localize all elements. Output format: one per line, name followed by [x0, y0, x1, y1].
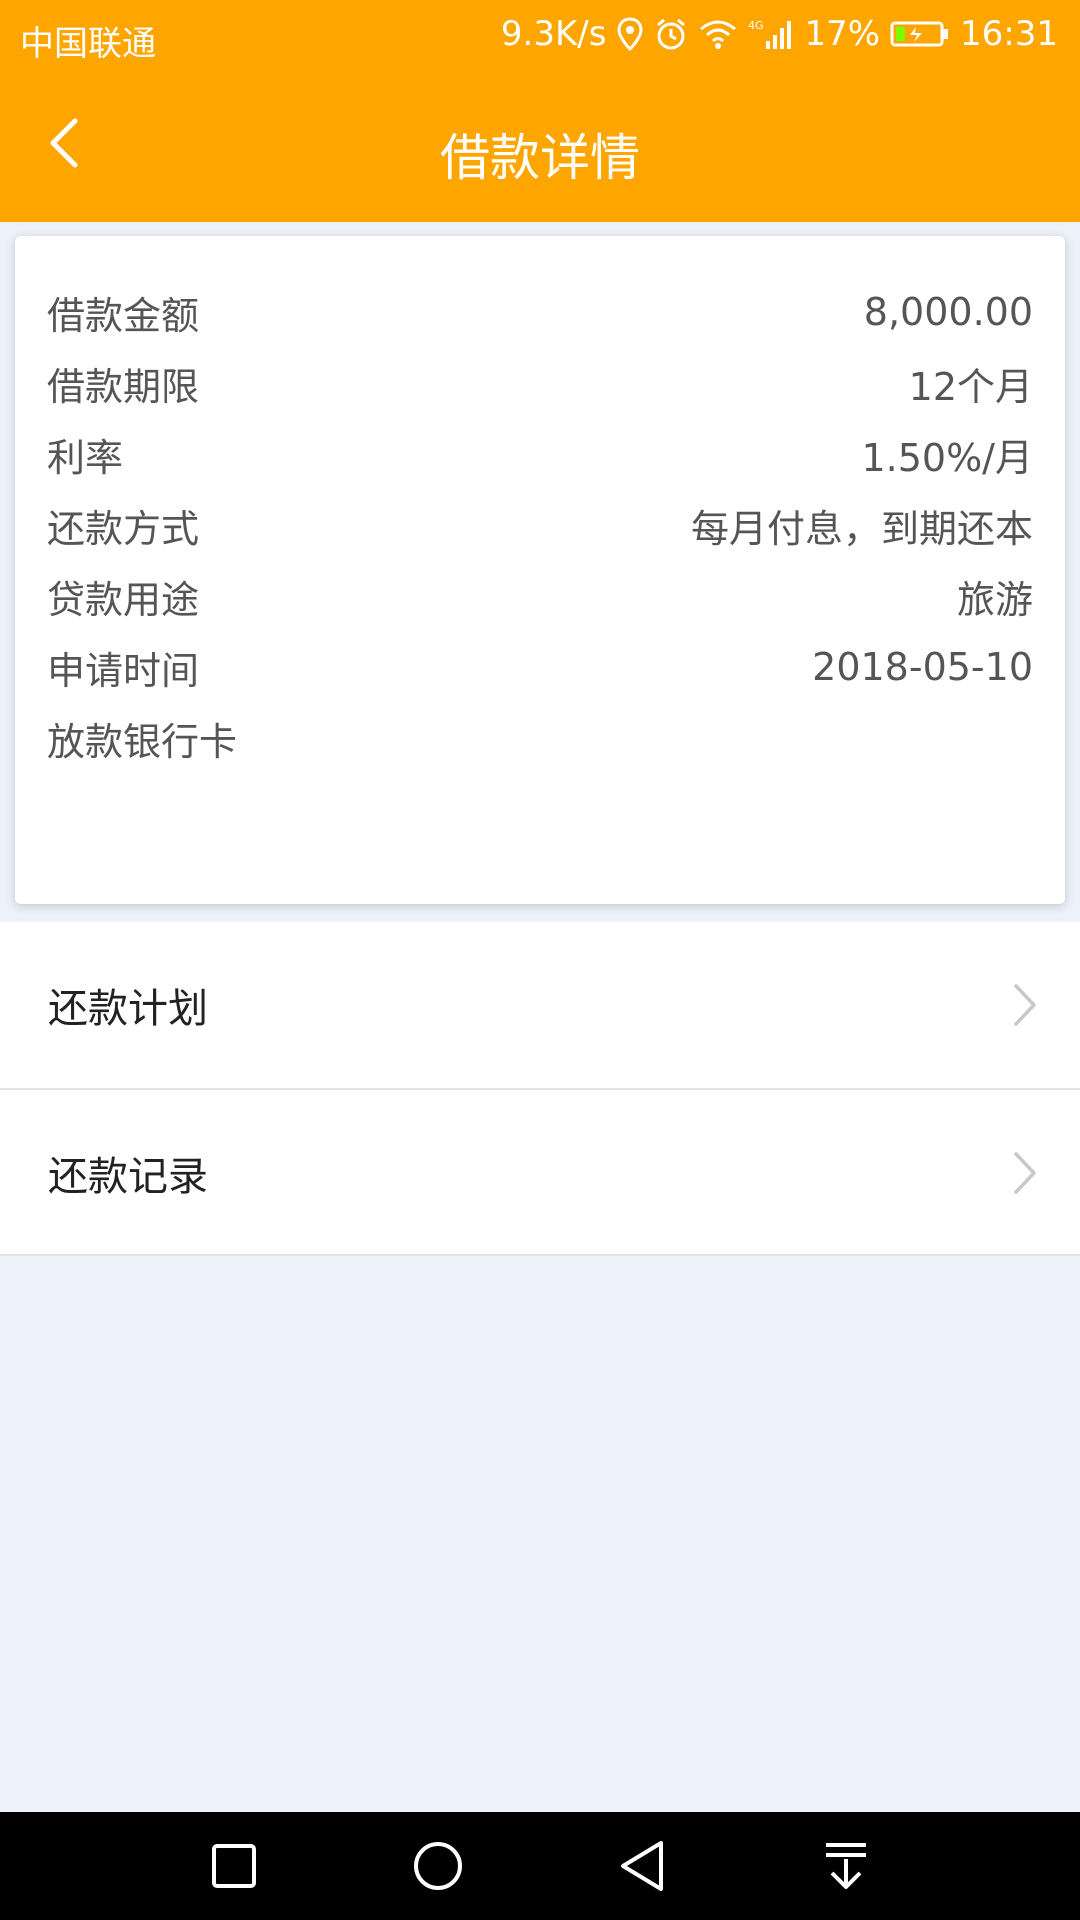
detail-label: 贷款用途 — [47, 577, 200, 622]
page-title: 借款详情 — [440, 129, 640, 187]
network-type: 4G — [748, 19, 764, 32]
net-speed: 9.3K/s — [500, 14, 607, 54]
detail-row-rate: 利率 1.50%/月 — [47, 424, 1033, 484]
menu-list: 还款计划 还款记录 — [0, 922, 1080, 1256]
menu-item-repayment-record[interactable]: 还款记录 — [0, 1090, 1080, 1256]
loan-detail-card: 借款金额 8,000.00 借款期限 12个月 利率 1.50%/月 还款方式 … — [15, 236, 1065, 904]
detail-value: 旅游 — [956, 577, 1033, 622]
detail-label: 利率 — [47, 435, 124, 480]
carrier-name: 中国联通 — [20, 24, 156, 64]
recents-button[interactable] — [204, 1836, 264, 1896]
detail-value: 每月付息，到期还本 — [690, 506, 1033, 551]
detail-value: 12个月 — [908, 364, 1033, 409]
detail-row-amount: 借款金额 8,000.00 — [47, 282, 1033, 342]
circle-icon — [414, 1842, 462, 1890]
detail-value: 8,000.00 — [863, 290, 1033, 334]
notification-pulldown-button[interactable] — [816, 1836, 876, 1896]
pull-down-icon — [826, 1843, 866, 1889]
chevron-right-icon — [1014, 1152, 1036, 1194]
wifi-icon — [698, 18, 738, 50]
triangle-back-icon — [621, 1841, 663, 1891]
detail-row-apply-date: 申请时间 2018-05-10 — [47, 637, 1033, 697]
detail-label: 放款银行卡 — [47, 719, 238, 764]
menu-item-label: 还款计划 — [48, 986, 208, 1032]
system-nav-bar — [0, 1812, 1080, 1920]
menu-bottom-border — [0, 1254, 1080, 1256]
battery-percent: 17% — [804, 14, 881, 54]
chevron-right-icon — [1014, 984, 1036, 1026]
detail-row-purpose: 贷款用途 旅游 — [47, 566, 1033, 626]
square-icon — [212, 1844, 256, 1888]
back-nav-button[interactable] — [612, 1836, 672, 1896]
app-header: 中国联通 9.3K/s 4G 17% 16:31 借款详情 — [0, 0, 1080, 222]
status-icons: 9.3K/s 4G 17% 16:31 — [501, 14, 1058, 54]
alarm-icon — [654, 17, 688, 51]
detail-row-bank-card: 放款银行卡 — [47, 708, 1033, 768]
battery-charging-icon — [890, 20, 950, 48]
menu-item-repayment-plan[interactable]: 还款计划 — [0, 922, 1080, 1088]
detail-row-term: 借款期限 12个月 — [47, 353, 1033, 413]
detail-label: 借款期限 — [47, 364, 200, 409]
detail-value: 1.50%/月 — [861, 435, 1033, 480]
title-bar: 借款详情 — [0, 76, 1080, 222]
menu-item-label: 还款记录 — [48, 1154, 208, 1200]
detail-value: 2018-05-10 — [812, 645, 1033, 689]
screen: 中国联通 9.3K/s 4G 17% 16:31 借款详情 借款金额 8,000… — [0, 0, 1080, 1920]
detail-label: 申请时间 — [47, 648, 200, 693]
detail-label: 借款金额 — [47, 293, 200, 338]
detail-row-repayment-method: 还款方式 每月付息，到期还本 — [47, 495, 1033, 555]
detail-label: 还款方式 — [47, 506, 200, 551]
status-bar: 中国联通 9.3K/s 4G 17% 16:31 — [0, 0, 1080, 76]
location-icon — [616, 17, 644, 51]
clock-time: 16:31 — [960, 14, 1058, 54]
cell-signal-icon: 4G — [748, 17, 794, 51]
home-button[interactable] — [408, 1836, 468, 1896]
